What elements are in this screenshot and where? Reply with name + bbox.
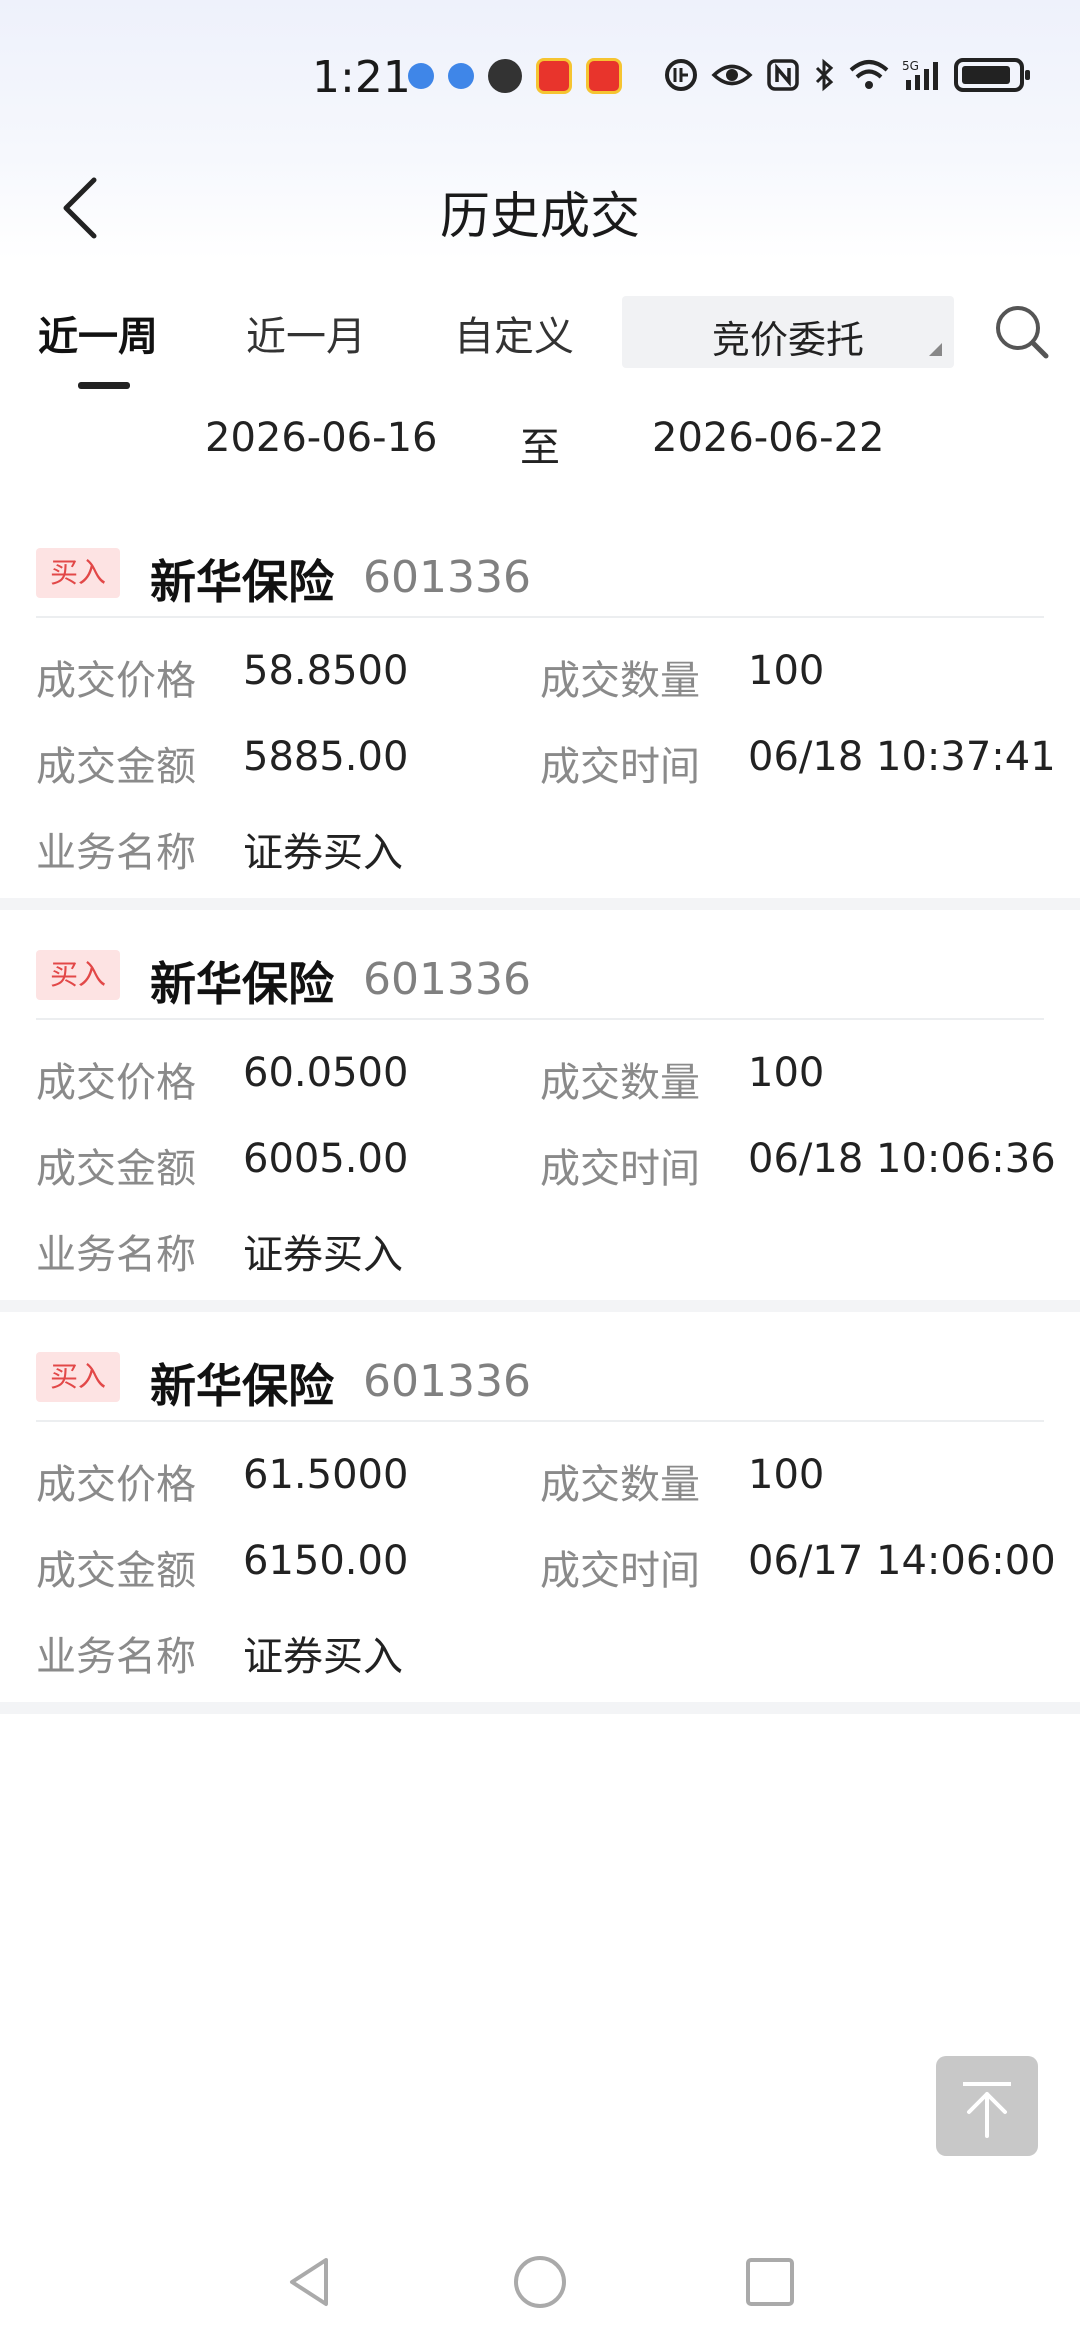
header: 历史成交 — [0, 168, 1080, 248]
amount-label: 成交金额 — [36, 1548, 196, 1594]
wifi-icon — [849, 60, 889, 89]
price-value: 61.5000 — [243, 1452, 409, 1498]
amount-label: 成交金额 — [36, 744, 196, 790]
time-value: 06/18 10:37:41 — [748, 734, 1056, 780]
start-date[interactable]: 2026-06-16 — [205, 415, 437, 461]
buy-badge: 买入 — [36, 950, 120, 1000]
time-value: 06/17 14:06:00 — [748, 1538, 1056, 1584]
app-notification-icon — [408, 63, 434, 89]
notification-icons — [408, 58, 622, 94]
tab-custom[interactable]: 自定义 — [454, 304, 574, 362]
record-header: 买入 新华保险 601336 — [36, 1332, 1044, 1422]
signal-icon: 5G — [902, 59, 938, 90]
status-bar: 1:21 5G — [0, 52, 1080, 112]
stock-code: 601336 — [363, 552, 531, 603]
tab-month[interactable]: 近一月 — [246, 304, 366, 362]
buy-badge: 买入 — [36, 1352, 120, 1402]
quantity-value: 100 — [748, 648, 825, 694]
price-label: 成交价格 — [36, 658, 196, 704]
eye-icon — [711, 64, 753, 86]
business-value: 证券买入 — [243, 830, 403, 876]
business-value: 证券买入 — [243, 1232, 403, 1278]
quantity-value: 100 — [748, 1452, 825, 1498]
buy-badge: 买入 — [36, 548, 120, 598]
business-label: 业务名称 — [36, 830, 196, 876]
top-area: 1:21 5G 历史成交 — [0, 0, 1080, 260]
price-label: 成交价格 — [36, 1060, 196, 1106]
nav-home-icon[interactable] — [510, 2252, 570, 2312]
business-value: 证券买入 — [243, 1634, 403, 1680]
order-type-select[interactable]: 竞价委托 — [622, 296, 954, 368]
amount-value: 6150.00 — [243, 1538, 409, 1584]
active-tab-indicator — [78, 382, 130, 389]
time-value: 06/18 10:06:36 — [748, 1136, 1056, 1182]
hd-icon — [665, 59, 697, 91]
stock-name: 新华保险 — [150, 1359, 334, 1413]
stock-code: 601336 — [363, 1356, 531, 1407]
business-label: 业务名称 — [36, 1232, 196, 1278]
nav-recents-icon[interactable] — [740, 2252, 800, 2312]
order-type-label: 竞价委托 — [711, 318, 864, 362]
price-value: 60.0500 — [243, 1050, 409, 1096]
time-label: 成交时间 — [540, 1146, 700, 1192]
system-nav-bar — [0, 2200, 1080, 2340]
dropdown-caret-icon — [929, 343, 942, 356]
stock-code: 601336 — [363, 954, 531, 1005]
date-range: 2026-06-16 至 2026-06-22 — [0, 415, 1080, 475]
price-label: 成交价格 — [36, 1462, 196, 1508]
app-notification-icon — [448, 63, 474, 89]
end-date[interactable]: 2026-06-22 — [652, 415, 884, 461]
trade-record-list: 买入 新华保险 601336 成交价格 58.8500 成交数量 100 成交金… — [0, 508, 1080, 1714]
amount-label: 成交金额 — [36, 1146, 196, 1192]
quantity-label: 成交数量 — [540, 1462, 700, 1508]
status-time: 1:21 — [312, 52, 411, 103]
amount-value: 5885.00 — [243, 734, 409, 780]
record-header: 买入 新华保险 601336 — [36, 528, 1044, 618]
back-to-top-button[interactable] — [936, 2056, 1038, 2156]
search-icon[interactable] — [992, 302, 1052, 362]
app-notification-icon — [586, 58, 622, 94]
trade-record[interactable]: 买入 新华保险 601336 成交价格 58.8500 成交数量 100 成交金… — [0, 508, 1080, 910]
stock-name: 新华保险 — [150, 555, 334, 609]
page-title: 历史成交 — [440, 187, 640, 245]
time-label: 成交时间 — [540, 744, 700, 790]
nfc-icon — [767, 59, 799, 91]
record-header: 买入 新华保险 601336 — [36, 930, 1044, 1020]
trade-record[interactable]: 买入 新华保险 601336 成交价格 60.0500 成交数量 100 成交金… — [0, 910, 1080, 1312]
date-separator: 至 — [520, 425, 560, 471]
business-label: 业务名称 — [36, 1634, 196, 1680]
quantity-label: 成交数量 — [540, 658, 700, 704]
network-type-label: 5G — [902, 59, 919, 73]
price-value: 58.8500 — [243, 648, 409, 694]
amount-value: 6005.00 — [243, 1136, 409, 1182]
app-notification-icon — [488, 59, 522, 93]
tab-bar: 近一周 近一月 自定义 竞价委托 — [0, 290, 1080, 390]
time-label: 成交时间 — [540, 1548, 700, 1594]
trade-record[interactable]: 买入 新华保险 601336 成交价格 61.5000 成交数量 100 成交金… — [0, 1312, 1080, 1714]
tab-week[interactable]: 近一周 — [38, 304, 158, 362]
quantity-label: 成交数量 — [540, 1060, 700, 1106]
app-notification-icon — [536, 58, 572, 94]
quantity-value: 100 — [748, 1050, 825, 1096]
arrow-up-icon — [963, 2082, 1011, 2138]
stock-name: 新华保险 — [150, 957, 334, 1011]
bluetooth-icon — [815, 58, 834, 92]
battery-icon — [954, 58, 1030, 92]
nav-back-icon[interactable] — [280, 2252, 340, 2312]
system-icons: 5G — [664, 58, 1030, 92]
